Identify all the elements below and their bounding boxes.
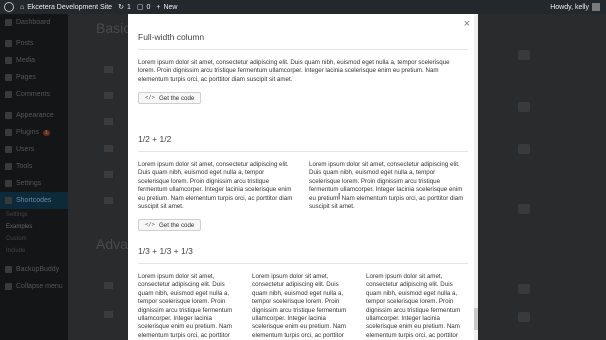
collapse-menu-button[interactable]: Collapse menu	[0, 278, 68, 295]
list-icon	[104, 311, 113, 318]
columns-row: Lorem ipsum dolor sit amet, consectetur …	[138, 161, 468, 211]
section-title: Full-width column	[138, 32, 205, 42]
new-content-link[interactable]: + New	[156, 4, 177, 11]
shortcode-icon	[5, 197, 12, 204]
list-icon	[104, 66, 113, 73]
site-name-link[interactable]: ⌂ Ekcetera Development Site	[20, 4, 112, 11]
wordpress-logo-icon[interactable]	[4, 2, 14, 12]
sidebar-item-tools[interactable]: Tools	[0, 158, 68, 175]
howdy-label: Howdy, kelly	[550, 3, 589, 11]
examples-modal: × Full-width column Lorem ipsum dolor si…	[128, 14, 478, 340]
close-button[interactable]: ×	[464, 18, 470, 30]
bg-item-icon	[518, 50, 530, 60]
scrollbar-thumb[interactable]	[474, 308, 478, 330]
section-title: 1/2 + 1/2	[138, 134, 172, 144]
comments-link[interactable]: ▢ 0	[136, 3, 151, 12]
column-text: Lorem ipsum dolor sit amet, consectetur …	[138, 161, 293, 211]
plus-icon: +	[156, 3, 161, 11]
modal-scrollbar[interactable]	[474, 14, 478, 340]
plugins-update-badge: 1	[42, 129, 50, 136]
circle-icon	[104, 145, 113, 152]
sidebar-subitem-custom[interactable]: Custom	[0, 233, 68, 245]
wrench-icon	[5, 163, 12, 170]
section-full-width: Full-width column Lorem ipsum dolor sit …	[138, 32, 468, 105]
column-text: Lorem ipsum dolor sit amet, consectetur …	[309, 161, 464, 211]
refresh-icon: ↻	[118, 4, 124, 11]
pin-icon	[5, 40, 12, 47]
divider	[138, 49, 468, 50]
page-icon	[5, 74, 12, 81]
code-icon: </>	[145, 95, 155, 102]
bg-item-icon	[518, 102, 530, 112]
column-text: Lorem ipsum dolor sit amet, consectetur …	[366, 273, 461, 339]
section-thirds: 1/3 + 1/3 + 1/3 Lorem ipsum dolor sit am…	[138, 246, 468, 340]
get-code-button[interactable]: </> Get the code	[138, 219, 202, 232]
bg-item-icon	[518, 204, 530, 214]
columns-row: Lorem ipsum dolor sit amet, consectetur …	[138, 273, 468, 340]
column-text: Lorem ipsum dolor sit amet, consectetur …	[252, 273, 347, 339]
lightning-icon	[104, 197, 113, 204]
sidebar-item-shortcodes[interactable]: Shortcodes	[0, 192, 68, 209]
sidebar-subitem-settings[interactable]: Settings	[0, 209, 68, 221]
plugin-icon	[5, 129, 12, 136]
backup-icon	[5, 266, 12, 273]
get-code-button[interactable]: </> Get the code	[138, 92, 202, 105]
media-icon	[5, 57, 12, 64]
grid-icon	[104, 118, 113, 125]
user-account-menu[interactable]: Howdy, kelly	[550, 3, 600, 11]
new-label: New	[163, 3, 178, 11]
settings-icon	[5, 180, 12, 187]
sidebar-item-plugins[interactable]: Plugins 1	[0, 124, 68, 141]
sidebar-item-comments[interactable]: Comments	[0, 86, 68, 103]
avatar	[592, 3, 600, 11]
folder-icon	[104, 92, 113, 99]
sidebar-subitem-include[interactable]: Include	[0, 245, 68, 257]
list-icon	[104, 282, 113, 289]
get-code-label: Get the code	[158, 94, 195, 102]
sidebar-item-dashboard[interactable]: Dashboard	[0, 14, 68, 31]
sidebar-item-appearance[interactable]: Appearance	[0, 107, 68, 124]
section-title: 1/3 + 1/3 + 1/3	[138, 246, 193, 256]
column-text: Lorem ipsum dolor sit amet, consectetur …	[138, 59, 450, 83]
bg-item-icon	[518, 284, 530, 294]
sidebar-item-media[interactable]: Media	[0, 52, 68, 69]
section-half-half: 1/2 + 1/2 Lorem ipsum dolor sit amet, co…	[138, 134, 468, 232]
get-code-label: Get the code	[158, 221, 195, 229]
comment-icon	[5, 91, 12, 98]
code-icon: </>	[145, 222, 155, 229]
admin-bar: ⌂ Ekcetera Development Site ↻ 1 ▢ 0 + Ne…	[0, 0, 606, 14]
bg-item-icon	[518, 312, 530, 322]
comments-count: 0	[146, 3, 151, 11]
background-title-basic: Basic	[96, 20, 131, 36]
updates-count: 1	[126, 3, 131, 11]
text-cursor-icon: I	[338, 192, 341, 201]
background-title-advanced: Adva	[96, 236, 128, 252]
home-icon: ⌂	[20, 3, 25, 11]
brush-icon	[5, 112, 12, 119]
divider	[138, 263, 468, 264]
sidebar-item-users[interactable]: Users	[0, 141, 68, 158]
sidebar-item-pages[interactable]: Pages	[0, 69, 68, 86]
sidebar-item-settings[interactable]: Settings	[0, 175, 68, 192]
dashboard-icon	[5, 19, 12, 26]
site-name-label: Ekcetera Development Site	[27, 3, 113, 11]
bg-item-icon	[518, 144, 530, 154]
user-icon	[5, 146, 12, 153]
comment-icon: ▢	[136, 4, 144, 11]
divider	[138, 151, 468, 152]
sidebar-subitem-examples[interactable]: Examples	[0, 221, 68, 233]
sidebar-item-posts[interactable]: Posts	[0, 35, 68, 52]
collapse-icon	[5, 283, 12, 290]
column-text: Lorem ipsum dolor sit amet, consectetur …	[138, 273, 233, 339]
sidebar-item-backupbuddy[interactable]: BackupBuddy	[0, 261, 68, 278]
admin-sidebar: Dashboard Posts Media Pages Comments App…	[0, 14, 68, 340]
heart-icon	[104, 171, 113, 178]
updates-link[interactable]: ↻ 1	[118, 3, 131, 12]
